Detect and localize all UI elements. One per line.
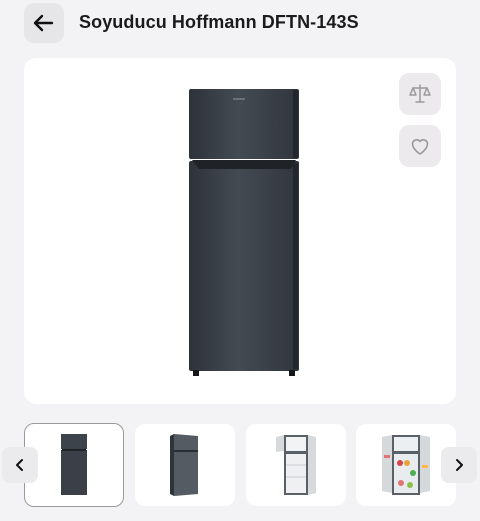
thumbnail-gallery [0,422,480,508]
fridge-front-thumbnail [61,434,87,495]
chevron-right-icon [456,459,463,471]
favorite-button[interactable] [399,125,441,167]
thumbnail-1[interactable] [24,423,124,507]
compare-button[interactable] [399,73,441,115]
thumbnail-3[interactable] [246,424,346,506]
heart-outline-icon [411,139,429,155]
chevron-left-icon [16,459,23,471]
back-button[interactable] [24,3,64,43]
fridge-angled-thumbnail [170,434,198,496]
scale-balance-icon [409,84,431,103]
gallery-prev-button[interactable] [2,447,38,483]
gallery-next-button[interactable] [441,447,477,483]
thumbnail-2[interactable] [135,424,235,506]
page-title: Soyuducu Hoffmann DFTN-143S [79,12,359,32]
product-image-card [24,58,456,404]
product-image[interactable] [189,89,299,377]
arrow-left-icon [33,14,54,32]
fridge-stocked-thumbnail [382,435,430,495]
page-header: Soyuducu Hoffmann DFTN-143S [0,0,480,48]
fridge-open-thumbnail [276,435,316,495]
